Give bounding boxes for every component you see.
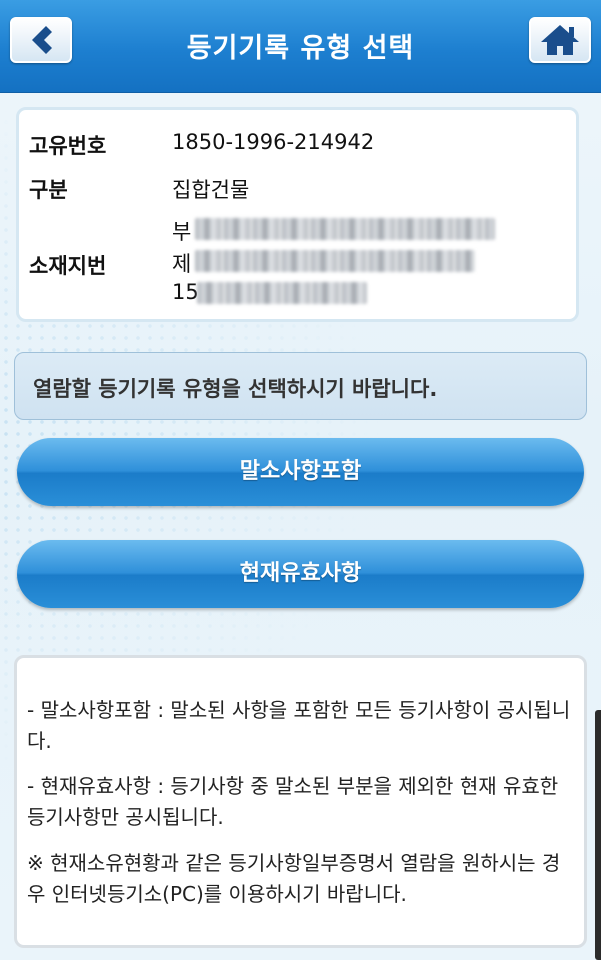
description-panel: - 말소사항포함 : 말소된 사항을 포함한 모든 등기사항이 공시됩니다. -… — [14, 655, 587, 948]
page-title: 등기기록 유형 선택 — [186, 33, 415, 64]
address-line-3: 15 — [172, 280, 199, 304]
description-note: ※ 현재소유현황과 같은 등기사항일부증명서 열람을 원하시는 경우 인터넷등기… — [27, 851, 561, 906]
app-header: 등기기록 유형 선택 — [0, 0, 601, 93]
instruction-notice: 열람할 등기기록 유형을 선택하시기 바랍니다. — [14, 352, 587, 420]
address-label: 소재지번 — [29, 254, 107, 278]
address-redacted-1 — [195, 218, 495, 240]
address-line-1: 부 — [172, 220, 192, 244]
type-value: 집합건물 — [172, 178, 250, 202]
property-info-panel: 고유번호 1850-1996-214942 구분 집합건물 소재지번 부 제 1… — [16, 107, 579, 322]
include-cancelled-button[interactable]: 말소사항포함 — [17, 438, 584, 506]
type-label: 구분 — [29, 178, 68, 202]
id-label: 고유번호 — [29, 134, 107, 158]
home-button[interactable] — [529, 17, 591, 63]
address-redacted-3 — [197, 282, 367, 304]
description-include-cancelled: - 말소사항포함 : 말소된 사항을 포함한 모든 등기사항이 공시됩니다. — [27, 698, 571, 753]
description-current-valid: - 현재유효사항 : 등기사항 중 말소된 부분을 제외한 현재 유효한 등기사… — [27, 774, 559, 829]
current-valid-button[interactable]: 현재유효사항 — [17, 540, 584, 608]
instruction-text: 열람할 등기기록 유형을 선택하시기 바랍니다. — [33, 377, 438, 401]
home-icon — [541, 25, 579, 55]
id-value: 1850-1996-214942 — [172, 130, 375, 154]
scrollbar[interactable] — [595, 710, 601, 960]
address-redacted-2 — [195, 250, 475, 272]
address-line-2: 제 — [172, 252, 192, 276]
